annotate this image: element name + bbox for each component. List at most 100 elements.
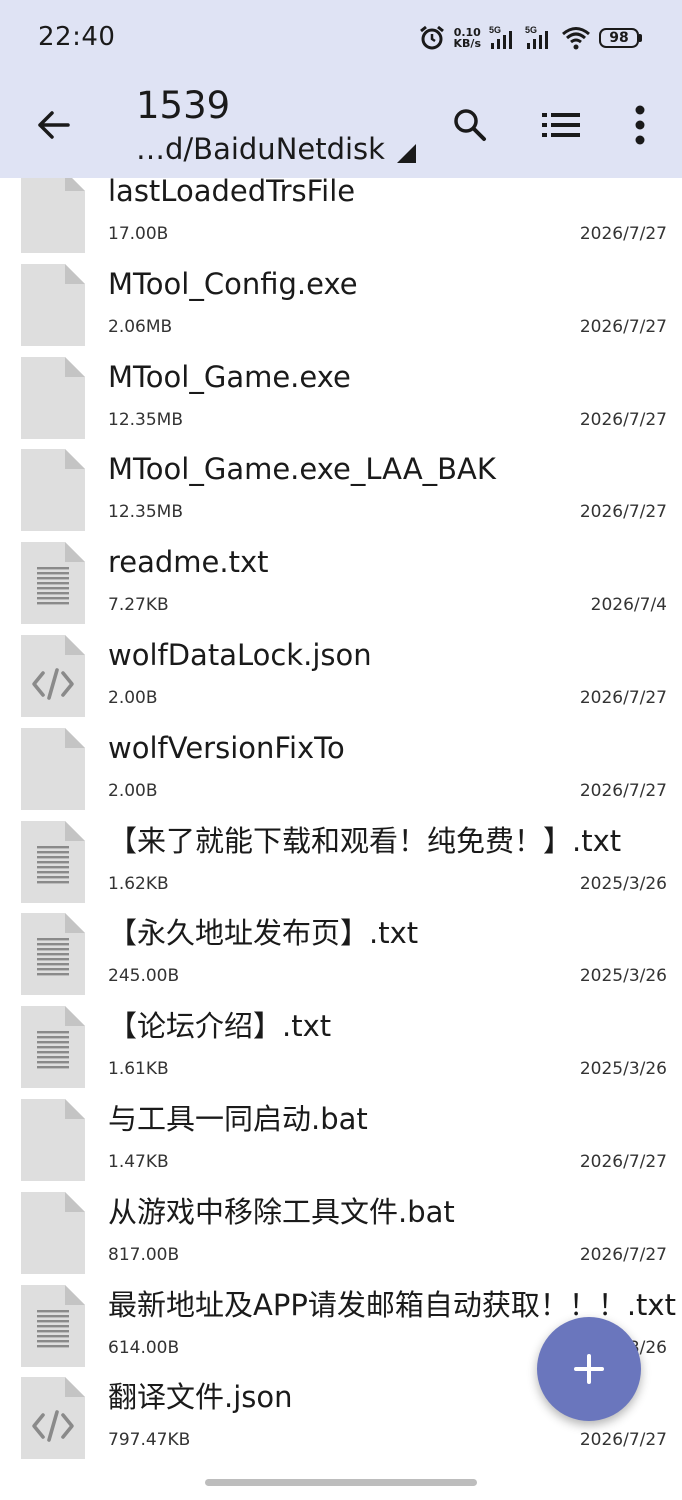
file-row[interactable]: lastLoadedTrsFile 17.00B 2026/7/27 [0,178,682,264]
search-icon [454,109,486,141]
list-view-button[interactable] [538,100,584,150]
file-thumbnail [21,913,85,996]
current-path: …d/BaiduNetdisk [136,132,385,166]
file-icon [21,1191,85,1274]
file-row[interactable]: wolfDataLock.json 2.00B 2026/7/27 [0,635,682,728]
signal-label-1: 5G [489,25,501,35]
battery-level: 98 [599,28,639,48]
file-name: 翻译文件.json [108,1380,293,1415]
file-row[interactable]: MTool_Game.exe 12.35MB 2026/7/27 [0,356,682,450]
file-name: readme.txt [108,545,269,580]
file-thumbnail [21,1377,85,1460]
file-size: 2.06MB [108,316,173,337]
status-icons: 0.10 KB/s 5G 5G 98 [418,22,642,54]
file-thumbnail [21,820,85,903]
file-thumbnail [21,1284,85,1367]
file-size: 1.47KB [108,1152,169,1172]
file-size: 2.00B [108,780,158,801]
file-size: 7.27KB [108,595,169,616]
file-row[interactable]: MTool_Config.exe 2.06MB 2026/7/27 [0,263,682,357]
app-header: 22:40 0.10 KB/s 5G 5G 98 1539 …d/BaiduNe… [0,0,682,178]
file-icon [21,356,85,439]
plus-icon [574,1354,604,1384]
file-row[interactable]: wolfVersionFixTo 2.00B 2026/7/27 [0,727,682,821]
signal-icon: 5G [489,25,512,49]
file-thumbnail [21,1006,85,1089]
text-file-icon [21,820,85,903]
file-thumbnail [21,1099,85,1181]
text-file-icon [21,1006,85,1089]
code-file-icon [21,1377,85,1460]
file-name: 【论坛介绍】.txt [108,1009,332,1044]
file-date: 2026/7/27 [579,780,667,801]
file-name: MTool_Game.exe [108,359,351,394]
signal-icon: 5G [525,25,548,49]
network-speed-unit: KB/s [453,37,481,50]
file-date: 2026/7/4 [590,595,667,616]
status-bar: 22:40 0.10 KB/s 5G 5G 98 [0,0,682,76]
file-size: 614.00B [108,1337,180,1358]
file-thumbnail [21,542,85,625]
file-row[interactable]: 【永久地址发布页】.txt 245.00B 2025/3/26 [0,913,682,1006]
text-file-icon [21,1284,85,1367]
network-speed: 0.10 KB/s [454,27,481,49]
file-size: 12.35MB [108,502,183,523]
search-button[interactable] [446,100,494,150]
file-name: 【来了就能下载和观看！纯免费！】.txt [108,823,622,858]
file-name: wolfVersionFixTo [108,730,345,765]
file-name: 【永久地址发布页】.txt [108,916,419,951]
file-name: wolfDataLock.json [108,638,372,672]
file-name: MTool_Game.exe_LAA_BAK [108,452,496,487]
file-icon [21,263,85,346]
file-date: 2026/7/27 [579,224,667,244]
text-file-icon [21,542,85,625]
title-block: 1539 …d/BaiduNetdisk [136,84,417,168]
file-icon [21,1099,85,1181]
file-thumbnail [21,1191,85,1274]
text-file-icon [21,913,85,996]
file-icon [21,727,85,810]
file-row[interactable]: MTool_Game.exe_LAA_BAK 12.35MB 2026/7/27 [0,449,682,542]
file-date: 2026/7/27 [579,1152,667,1172]
back-arrow-icon [38,111,70,139]
file-thumbnail [21,635,85,717]
file-name: 从游戏中移除工具文件.bat [108,1194,455,1229]
back-button[interactable] [28,102,78,148]
home-indicator[interactable] [205,1479,477,1486]
file-size: 17.00B [108,224,169,244]
file-thumbnail [21,449,85,532]
file-row[interactable]: 从游戏中移除工具文件.bat 817.00B 2026/7/27 [0,1191,682,1285]
file-date: 2026/7/27 [579,409,667,430]
file-icon [21,178,85,253]
file-thumbnail [21,356,85,439]
file-list[interactable]: lastLoadedTrsFile 17.00B 2026/7/27 MTool_Co… [0,178,682,1500]
file-date: 2026/7/27 [579,688,667,708]
file-icon [21,449,85,532]
more-options-button[interactable] [624,100,656,150]
battery-icon: 98 [599,28,642,48]
file-name: 与工具一同启动.bat [108,1102,368,1136]
file-date: 2026/7/27 [579,1244,667,1265]
code-file-icon [21,635,85,717]
file-size: 2.00B [108,688,158,708]
add-fab-button[interactable] [537,1317,641,1421]
file-size: 1.61KB [108,1059,169,1080]
file-date: 2026/7/27 [579,316,667,337]
more-vert-icon [635,105,645,145]
file-thumbnail [21,178,85,253]
file-date: 2025/3/26 [579,1059,667,1080]
file-row[interactable]: 【论坛介绍】.txt 1.61KB 2025/3/26 [0,1006,682,1099]
file-date: 2026/7/27 [579,1430,667,1451]
dropdown-triangle-icon [396,144,416,163]
file-row[interactable]: 与工具一同启动.bat 1.47KB 2026/7/27 [0,1099,682,1192]
file-row[interactable]: readme.txt 7.27KB 2026/7/4 [0,542,682,635]
file-row[interactable]: 【来了就能下载和观看！纯免费！】.txt 1.62KB 2025/3/26 [0,820,682,914]
alarm-icon [419,25,444,50]
file-size: 12.35MB [108,409,183,430]
file-size: 817.00B [108,1244,180,1265]
signal-label-2: 5G [525,25,537,35]
path-selector[interactable]: …d/BaiduNetdisk [136,130,417,168]
file-date: 2025/3/26 [579,873,667,894]
file-size: 1.62KB [108,873,169,894]
file-thumbnail [21,727,85,810]
